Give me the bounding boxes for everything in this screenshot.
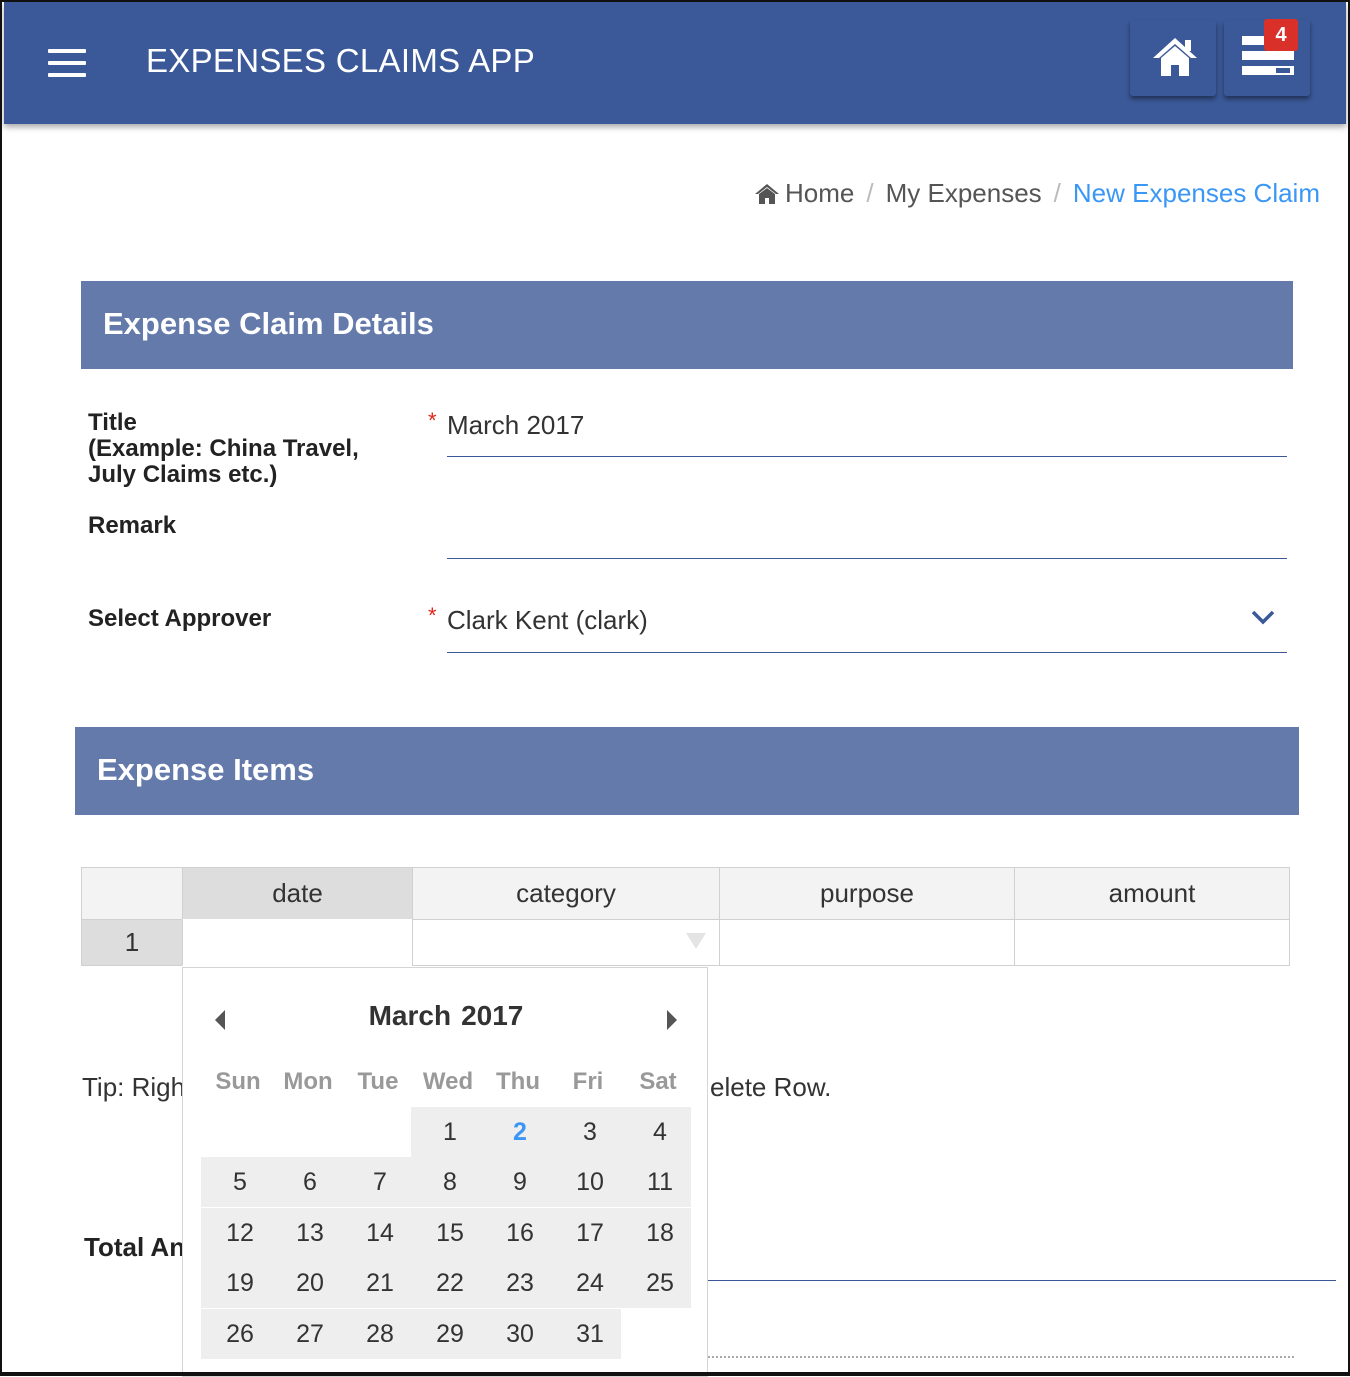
calendar-day[interactable]: 15 (411, 1208, 481, 1258)
total-amount-input[interactable] (708, 1280, 1336, 1281)
row-header[interactable]: 1 (81, 919, 183, 966)
calendar-day[interactable]: 14 (341, 1208, 411, 1258)
menu-icon[interactable] (48, 49, 86, 79)
calendar-day[interactable]: 4 (621, 1107, 691, 1157)
calendar-day[interactable]: 31 (551, 1309, 621, 1359)
calendar-day[interactable]: 24 (551, 1258, 621, 1308)
cell-amount[interactable] (1014, 919, 1290, 966)
breadcrumb-current: New Expenses Claim (1072, 178, 1320, 208)
calendar-day[interactable]: 5 (201, 1157, 271, 1207)
weekday-label: Fri (572, 1068, 604, 1095)
calendar-day[interactable]: 25 (621, 1258, 691, 1308)
tip-text: Tip: Righ (82, 1072, 186, 1102)
weekday-label: Mon (283, 1068, 333, 1095)
required-marker: * (428, 603, 437, 628)
column-header-purpose[interactable]: purpose (719, 867, 1015, 920)
calendar-day[interactable]: 13 (271, 1208, 341, 1258)
calendar-day[interactable]: 7 (341, 1157, 411, 1207)
calendar-month: March (368, 1000, 452, 1031)
calendar-day[interactable]: 23 (481, 1258, 551, 1308)
approver-select[interactable]: Clark Kent (clark) (447, 605, 1287, 653)
cell-date[interactable] (182, 919, 413, 966)
total-amount-label: Total An (84, 1232, 186, 1262)
calendar-day[interactable]: 11 (621, 1157, 691, 1207)
chevron-down-icon[interactable] (1250, 608, 1276, 626)
required-marker: * (428, 408, 437, 433)
calendar-day[interactable]: 3 (551, 1107, 621, 1157)
calendar-day[interactable]: 2 (481, 1107, 551, 1157)
cell-purpose[interactable] (719, 919, 1015, 966)
weekday-label: Sat (639, 1068, 677, 1095)
expense-items-header: Expense Items (75, 727, 1299, 815)
calendar-day[interactable]: 30 (481, 1309, 551, 1359)
title-label-line: July Claims etc.) (88, 461, 278, 488)
date-picker: March 2017 Sun Mon Tue Wed Thu Fri Sat 12… (182, 967, 708, 1377)
title-input[interactable]: March 2017 (447, 410, 1287, 457)
calendar-day[interactable]: 29 (411, 1309, 481, 1359)
approver-label: Select Approver (88, 605, 272, 632)
weekday-label: Tue (357, 1068, 399, 1095)
breadcrumb-separator: / (866, 178, 874, 208)
home-icon (1153, 38, 1197, 76)
calendar-day[interactable]: 9 (481, 1157, 551, 1207)
calendar-day[interactable]: 27 (271, 1309, 341, 1359)
weekday-label: Thu (496, 1068, 540, 1095)
calendar-day[interactable]: 1 (411, 1107, 481, 1157)
calendar-day[interactable]: 21 (341, 1258, 411, 1308)
remark-label: Remark (88, 512, 177, 539)
title-label-line: (Example: China Travel, (88, 435, 359, 462)
column-header-category[interactable]: category (412, 867, 720, 920)
calendar-year: 2017 (461, 1000, 524, 1031)
title-label: Title (Example: China Travel, July Claim… (88, 410, 359, 488)
cell-category[interactable] (412, 919, 720, 966)
dropdown-arrow-icon[interactable] (685, 932, 707, 950)
calendar-day[interactable]: 6 (271, 1157, 341, 1207)
divider (708, 1356, 1294, 1358)
weekday-label: Wed (422, 1068, 474, 1095)
tip-text-end: elete Row. (710, 1072, 832, 1102)
calendar-day[interactable]: 8 (411, 1157, 481, 1207)
calendar-day[interactable]: 12 (201, 1208, 271, 1258)
weekday-label: Sun (215, 1068, 261, 1095)
grid-corner[interactable] (81, 867, 183, 920)
breadcrumb-home-link[interactable]: Home (785, 178, 854, 208)
breadcrumb: Home / My Expenses / New Expenses Claim (755, 178, 1320, 209)
claim-details-header: Expense Claim Details (81, 281, 1293, 369)
calendar-day[interactable]: 28 (341, 1309, 411, 1359)
calendar-day[interactable]: 10 (551, 1157, 621, 1207)
calendar-day[interactable]: 17 (551, 1208, 621, 1258)
calendar-day[interactable]: 22 (411, 1258, 481, 1308)
home-button[interactable] (1130, 20, 1216, 96)
column-header-amount[interactable]: amount (1014, 867, 1290, 920)
calendar-day[interactable]: 26 (201, 1309, 271, 1359)
notification-badge: 4 (1264, 19, 1298, 51)
calendar-day[interactable]: 16 (481, 1208, 551, 1258)
column-header-date[interactable]: date (182, 867, 413, 920)
calendar-day[interactable]: 20 (271, 1258, 341, 1308)
app-toolbar: EXPENSES CLAIMS APP (4, 2, 1346, 124)
calendar-title: March 2017 (183, 1000, 709, 1032)
breadcrumb-separator: / (1053, 178, 1061, 208)
remark-input[interactable] (447, 512, 1287, 559)
app-title: EXPENSES CLAIMS APP (146, 42, 536, 79)
calendar-day[interactable]: 18 (621, 1208, 691, 1258)
breadcrumb-my-expenses-link[interactable]: My Expenses (886, 178, 1042, 208)
calendar-day[interactable]: 19 (201, 1258, 271, 1308)
next-month-icon[interactable] (667, 1010, 677, 1030)
home-icon (755, 184, 779, 204)
title-label-line: Title (88, 409, 137, 436)
